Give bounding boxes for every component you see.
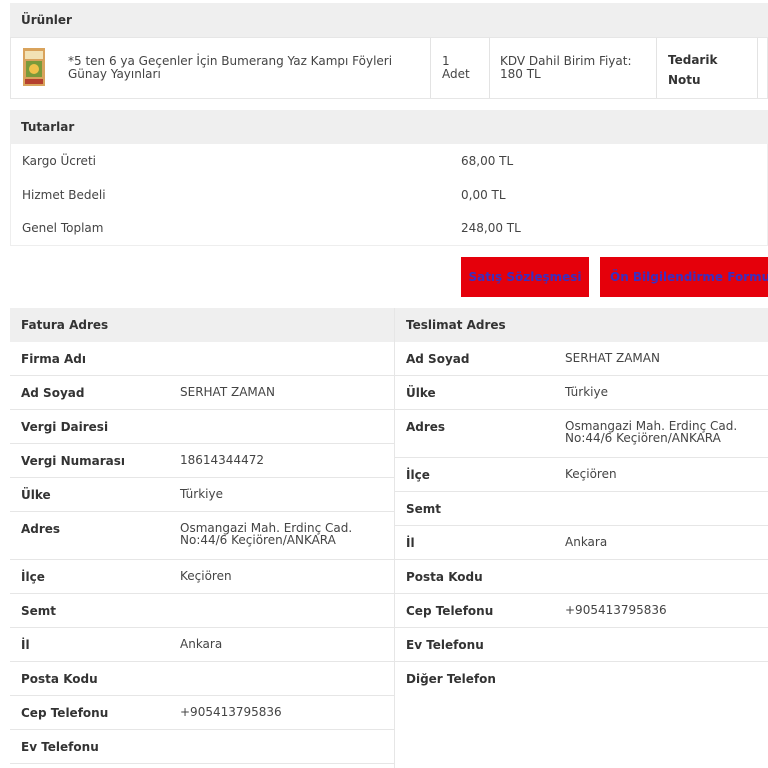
shipping-mobile-value: +905413795836 xyxy=(565,603,667,617)
billing-city-label: İl xyxy=(21,638,30,652)
shipping-address-title: Teslimat Adres xyxy=(406,318,506,332)
billing-row-tax-number: Vergi Numarası 18614344472 xyxy=(10,444,394,478)
sales-contract-button-label: Satış Sözleşmesi xyxy=(468,270,582,284)
billing-city-value: Ankara xyxy=(180,637,223,651)
sales-contract-button[interactable]: Satış Sözleşmesi xyxy=(461,257,589,297)
shipping-name-value: SERHAT ZAMAN xyxy=(565,351,660,365)
product-name[interactable]: *5 ten 6 ya Geçenler İçin Bumerang Yaz K… xyxy=(68,55,423,81)
product-thumbnail[interactable] xyxy=(23,48,45,86)
shipping-row-home-phone: Ev Telefonu xyxy=(395,628,768,662)
billing-row-mobile: Cep Telefonu +905413795836 xyxy=(10,696,394,730)
shipping-row-district: İlçe Keçiören xyxy=(395,458,768,492)
preliminary-info-form-button-label: Ön Bilgilendirme Formu xyxy=(610,270,768,284)
billing-address-title: Fatura Adres xyxy=(21,318,109,332)
billing-row-district: İlçe Keçiören xyxy=(10,560,394,594)
shipping-row-mobile: Cep Telefonu +905413795836 xyxy=(395,594,768,628)
shipping-row-address: Adres Osmangazi Mah. Erdinç Cad. No:44/6… xyxy=(395,410,768,458)
billing-home-phone-label: Ev Telefonu xyxy=(21,740,99,754)
shipping-row-country: Ülke Türkiye xyxy=(395,376,768,410)
billing-row-postal-code: Posta Kodu xyxy=(10,662,394,696)
totals-section-header: Tutarlar xyxy=(10,110,768,144)
shipping-row-neighborhood: Semt xyxy=(395,492,768,526)
shipping-district-label: İlçe xyxy=(406,468,430,482)
shipping-country-value: Türkiye xyxy=(565,385,608,399)
billing-row-company: Firma Adı xyxy=(10,342,394,376)
billing-country-label: Ülke xyxy=(21,488,51,502)
totals-box xyxy=(10,144,768,246)
shipping-postal-code-label: Posta Kodu xyxy=(406,570,483,584)
shipping-city-value: Ankara xyxy=(565,535,608,549)
billing-tax-office-label: Vergi Dairesi xyxy=(21,420,109,434)
products-section-title: Ürünler xyxy=(21,13,72,27)
billing-row-neighborhood: Semt xyxy=(10,594,394,628)
billing-address-value: Osmangazi Mah. Erdinç Cad. No:44/6 Keçiö… xyxy=(180,521,353,547)
preliminary-info-form-button[interactable]: Ön Bilgilendirme Formu xyxy=(600,257,768,297)
billing-address-header: Fatura Adres xyxy=(10,308,394,342)
shipping-other-phone-label: Diğer Telefon xyxy=(406,672,496,686)
billing-district-label: İlçe xyxy=(21,570,45,584)
shipping-fee-label: Kargo Ücreti xyxy=(22,154,96,168)
shipping-address-label: Adres xyxy=(406,420,446,434)
billing-district-value: Keçiören xyxy=(180,569,232,583)
shipping-mobile-label: Cep Telefonu xyxy=(406,604,494,618)
billing-company-label: Firma Adı xyxy=(21,352,86,366)
supply-note-label-line1: Tedarik xyxy=(668,53,718,67)
billing-row-city: İl Ankara xyxy=(10,628,394,662)
shipping-address-header: Teslimat Adres xyxy=(395,308,768,342)
grand-total-value: 248,00 TL xyxy=(461,221,521,235)
billing-neighborhood-label: Semt xyxy=(21,604,57,618)
products-section-header: Ürünler xyxy=(10,3,768,37)
supply-note-label-line2: Notu xyxy=(668,73,701,87)
shipping-fee-value: 68,00 TL xyxy=(461,154,514,168)
book-cover-icon xyxy=(23,48,45,86)
billing-tax-number-label: Vergi Numarası xyxy=(21,454,126,468)
billing-address-panel: Fatura Adres Firma Adı Ad Soyad SERHAT Z… xyxy=(10,308,395,768)
billing-row-name: Ad Soyad SERHAT ZAMAN xyxy=(10,376,394,410)
product-price-value: 180 TL xyxy=(500,67,541,81)
shipping-row-postal-code: Posta Kodu xyxy=(395,560,768,594)
billing-row-country: Ülke Türkiye xyxy=(10,478,394,512)
billing-country-value: Türkiye xyxy=(180,487,223,501)
billing-row-tax-office: Vergi Dairesi xyxy=(10,410,394,444)
billing-mobile-label: Cep Telefonu xyxy=(21,706,109,720)
shipping-neighborhood-label: Semt xyxy=(406,502,442,516)
shipping-address-panel: Teslimat Adres Ad Soyad SERHAT ZAMAN Ülk… xyxy=(395,308,768,702)
shipping-home-phone-label: Ev Telefonu xyxy=(406,638,484,652)
product-quantity-unit: Adet xyxy=(442,67,470,81)
shipping-row-name: Ad Soyad SERHAT ZAMAN xyxy=(395,342,768,376)
shipping-name-label: Ad Soyad xyxy=(406,352,470,366)
billing-row-home-phone: Ev Telefonu xyxy=(10,730,394,764)
shipping-district-value: Keçiören xyxy=(565,467,617,481)
shipping-country-label: Ülke xyxy=(406,386,436,400)
shipping-address-value: Osmangazi Mah. Erdinç Cad. No:44/6 Keçiö… xyxy=(565,419,738,445)
service-fee-label: Hizmet Bedeli xyxy=(22,188,106,202)
billing-postal-code-label: Posta Kodu xyxy=(21,672,98,686)
billing-mobile-value: +905413795836 xyxy=(180,705,282,719)
service-fee-value: 0,00 TL xyxy=(461,188,506,202)
product-row: *5 ten 6 ya Geçenler İçin Bumerang Yaz K… xyxy=(10,37,768,99)
billing-tax-number-value: 18614344472 xyxy=(180,453,264,467)
billing-name-value: SERHAT ZAMAN xyxy=(180,385,275,399)
grand-total-label: Genel Toplam xyxy=(22,221,104,235)
billing-row-address: Adres Osmangazi Mah. Erdinç Cad. No:44/6… xyxy=(10,512,394,560)
shipping-row-city: İl Ankara xyxy=(395,526,768,560)
billing-address-label: Adres xyxy=(21,522,61,536)
shipping-city-label: İl xyxy=(406,536,415,550)
totals-section-title: Tutarlar xyxy=(21,120,75,134)
billing-name-label: Ad Soyad xyxy=(21,386,85,400)
shipping-row-other-phone: Diğer Telefon xyxy=(395,662,768,696)
